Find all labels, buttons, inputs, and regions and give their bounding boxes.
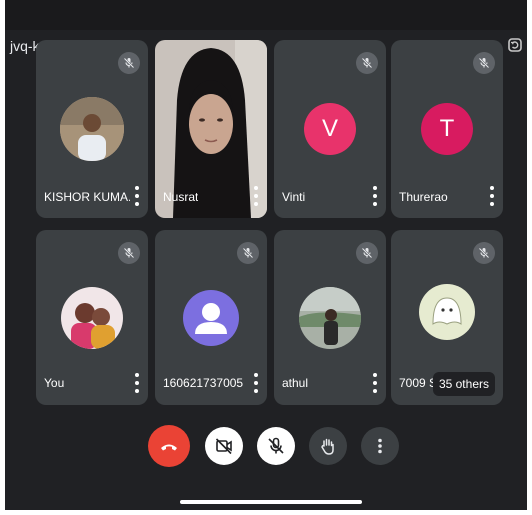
call-controls — [5, 425, 527, 487]
more-options-button[interactable] — [361, 427, 399, 465]
participant-name: 160621737005 — [163, 376, 244, 390]
mic-off-icon — [268, 437, 284, 454]
avatar — [419, 284, 475, 340]
mic-off-icon — [473, 242, 495, 264]
mic-off-icon — [118, 242, 140, 264]
participant-tile[interactable]: V Vinti — [274, 40, 386, 218]
avatar — [60, 97, 124, 161]
others-count-chip[interactable]: 35 others — [432, 372, 495, 396]
hand-icon — [321, 438, 334, 455]
home-indicator[interactable] — [180, 500, 362, 504]
meeting-screen: jvq-krvy-ecw▶ KISHOR KUMA... — [5, 0, 527, 510]
participant-tile[interactable]: athul — [274, 230, 386, 405]
participant-name: Vinti — [282, 190, 306, 204]
participant-tile[interactable]: 7009 SI 35 others — [391, 230, 503, 405]
participant-name: Thurerao — [399, 190, 448, 204]
participant-name: You — [44, 376, 65, 390]
participant-tile[interactable]: You — [36, 230, 148, 405]
more-vertical-icon — [378, 438, 382, 454]
avatar-initial: V — [321, 115, 338, 142]
more-vertical-icon[interactable] — [372, 373, 378, 393]
end-call-button[interactable] — [148, 425, 190, 467]
more-vertical-icon[interactable] — [489, 186, 495, 206]
camera-toggle-button[interactable] — [205, 427, 243, 465]
participant-name: KISHOR KUMA... — [44, 190, 130, 204]
mic-toggle-button[interactable] — [257, 427, 295, 465]
rotate-screen-icon[interactable] — [507, 37, 523, 53]
camera-off-icon — [215, 438, 232, 455]
participant-video-tile[interactable]: Nusrat — [155, 40, 267, 218]
participant-tile[interactable]: 160621737005 — [155, 230, 267, 405]
more-vertical-icon[interactable] — [253, 186, 259, 206]
mic-off-icon — [356, 52, 378, 74]
phone-hangup-icon — [161, 444, 177, 451]
avatar-initial: T — [439, 115, 455, 142]
mic-off-icon — [237, 242, 259, 264]
avatar — [61, 287, 123, 349]
avatar: V — [304, 103, 356, 155]
participant-name: athul — [282, 376, 309, 390]
more-vertical-icon[interactable] — [134, 373, 140, 393]
mic-off-icon — [118, 52, 140, 74]
top-bar — [5, 0, 527, 30]
more-vertical-icon[interactable] — [372, 186, 378, 206]
avatar — [299, 287, 361, 349]
mic-off-icon — [473, 52, 495, 74]
raise-hand-button[interactable] — [309, 427, 347, 465]
default-person-icon — [183, 290, 239, 346]
more-vertical-icon[interactable] — [253, 373, 259, 393]
participant-tile[interactable]: T Thurerao — [391, 40, 503, 218]
participant-tile[interactable]: KISHOR KUMA... — [36, 40, 148, 218]
more-vertical-icon[interactable] — [134, 186, 140, 206]
avatar: T — [421, 103, 473, 155]
mic-off-icon — [356, 242, 378, 264]
participant-name: Nusrat — [163, 190, 199, 204]
